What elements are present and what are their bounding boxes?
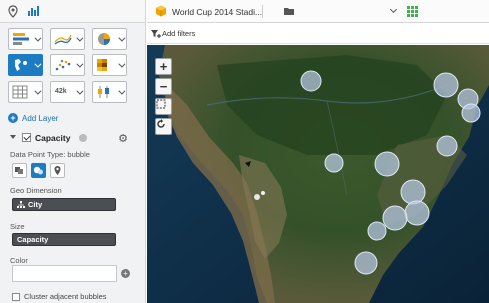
chevron-down-icon (34, 87, 42, 95)
cluster-checkbox[interactable] (12, 292, 20, 301)
select-area-button[interactable] (155, 98, 172, 115)
chevron-down-icon (118, 87, 126, 95)
add-color-icon[interactable]: + (121, 269, 130, 278)
collapse-triangle-icon[interactable] (10, 135, 16, 139)
bubble[interactable] (367, 221, 387, 241)
data-source-title[interactable]: World Cup 2014 Stadi... (172, 7, 262, 17)
salt-flat (261, 191, 265, 195)
plus-icon: + (8, 113, 18, 123)
heatmap-type-button[interactable] (92, 54, 127, 76)
left-panel-tabs (0, 0, 145, 23)
layer-header: Capacity ⚙ (8, 132, 140, 145)
zoom-out-button[interactable]: − (155, 78, 172, 95)
point-type-square-button[interactable] (12, 163, 27, 178)
pin-icon[interactable] (8, 5, 18, 20)
size-value: Capacity (17, 235, 49, 244)
bar-chart-type-button[interactable] (8, 28, 43, 50)
bubble[interactable] (324, 153, 344, 173)
bubble[interactable] (382, 205, 408, 231)
bubble[interactable] (461, 103, 481, 123)
geo-dimension-value: City (28, 200, 43, 209)
salt-flat (254, 194, 260, 200)
add-layer-label: Add Layer (22, 113, 59, 123)
chevron-down-icon (76, 87, 84, 95)
cluster-label: Cluster adjacent bubbles (24, 292, 107, 301)
satellite-map (147, 45, 489, 303)
filter-bar: Add filters (147, 24, 489, 44)
refresh-icon (157, 119, 165, 128)
color-field[interactable] (12, 265, 117, 282)
table-type-button[interactable] (8, 81, 43, 103)
heatmap-icon (97, 59, 107, 71)
bubble[interactable] (300, 70, 322, 92)
layer-title: Capacity (35, 133, 71, 143)
gear-icon[interactable]: ⚙ (118, 132, 128, 145)
map-icon (15, 59, 27, 71)
kpi-type-button[interactable]: 42k (50, 81, 85, 103)
line-chart-type-button[interactable] (50, 28, 85, 50)
data-point-type-label: Data Point Type: bubble (10, 150, 90, 159)
bar-chart-icon[interactable] (28, 6, 39, 18)
squares-icon (15, 167, 23, 174)
map-type-button[interactable] (8, 54, 43, 76)
apps-grid-icon[interactable] (407, 6, 418, 17)
chevron-down-icon (34, 60, 42, 68)
chevron-down-icon (118, 34, 126, 42)
chevron-down-icon (76, 34, 84, 42)
add-layer-button[interactable]: + Add Layer (8, 113, 58, 123)
reset-view-button[interactable] (155, 118, 172, 135)
layer-visibility-checkbox[interactable] (22, 133, 31, 142)
bubble-icon (33, 166, 43, 175)
bubble[interactable] (374, 151, 400, 177)
point-type-pin-button[interactable] (50, 163, 65, 178)
chevron-down-icon (34, 34, 42, 42)
add-filter-icon[interactable] (151, 29, 161, 39)
bar-chart-icon (13, 33, 29, 45)
pie-chart-icon (98, 33, 110, 45)
size-label: Size (10, 222, 25, 231)
line-chart-icon (54, 34, 72, 45)
size-field[interactable]: Capacity (12, 233, 116, 246)
marquee-select-icon (156, 99, 166, 109)
bubble[interactable] (404, 200, 430, 226)
top-bar: World Cup 2014 Stadi... (147, 0, 489, 23)
add-filters-label[interactable]: Add filters (162, 29, 195, 38)
point-type-bubble-button[interactable] (31, 163, 46, 178)
pie-chart-type-button[interactable] (92, 28, 127, 50)
bubble[interactable] (400, 179, 426, 205)
chevron-down-icon (118, 60, 126, 68)
table-icon (12, 85, 28, 99)
hierarchy-icon (17, 201, 25, 208)
boxplot-type-button[interactable] (92, 81, 127, 103)
scatter-type-button[interactable] (50, 54, 85, 76)
boxplot-icon (98, 86, 109, 98)
layer-pie-icon (79, 134, 87, 142)
zoom-in-button[interactable]: + (155, 58, 172, 75)
data-source-cube-icon (156, 5, 166, 17)
bubble[interactable] (433, 72, 459, 98)
bubble[interactable] (354, 251, 378, 275)
divider (262, 5, 263, 18)
cluster-option[interactable]: Cluster adjacent bubbles (12, 292, 107, 301)
geo-dimension-field[interactable]: City (12, 198, 116, 211)
pin-icon (54, 166, 61, 175)
map-view[interactable]: + − (147, 45, 489, 303)
color-label: Color (10, 256, 28, 265)
kpi-icon: 42k (55, 88, 67, 95)
chevron-down-icon[interactable] (389, 5, 398, 14)
geo-dimension-label: Geo Dimension (10, 186, 62, 195)
chevron-down-icon (76, 60, 84, 68)
left-panel: 42k + Add Layer Capacity ⚙ Data Point Ty… (0, 0, 146, 303)
folder-icon[interactable] (284, 7, 294, 15)
bubble[interactable] (436, 135, 458, 157)
scatter-icon (55, 59, 71, 71)
